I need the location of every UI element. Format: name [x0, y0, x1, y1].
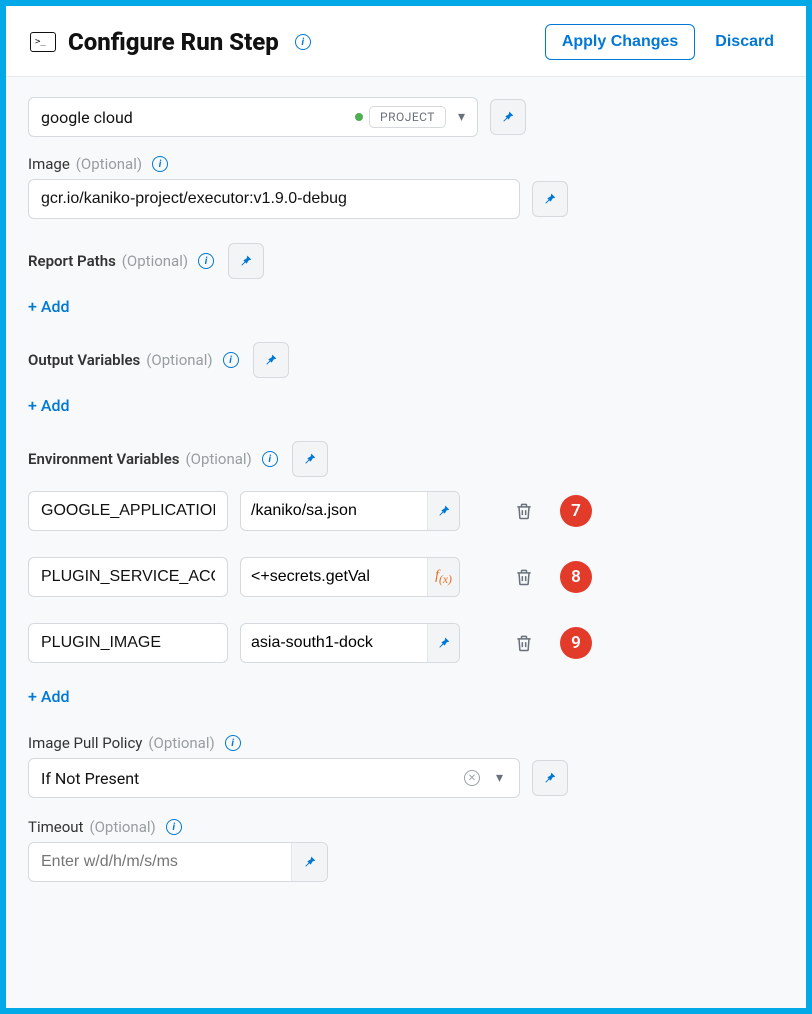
pin-icon [436, 635, 452, 651]
pin-icon [302, 854, 318, 870]
annotation-badge: 8 [560, 561, 592, 593]
info-icon[interactable]: i [198, 253, 214, 269]
chevron-down-icon[interactable]: ▾ [490, 766, 509, 790]
info-icon[interactable]: i [223, 352, 239, 368]
env-var-key-input[interactable] [28, 623, 228, 663]
env-var-value-wrapper: f(x) [240, 557, 460, 597]
pin-button[interactable] [532, 181, 568, 217]
env-var-row: f(x) 8 [28, 557, 784, 597]
fx-icon: f(x) [435, 568, 452, 586]
pin-icon [238, 253, 254, 269]
image-pull-policy-select[interactable]: If Not Present ✕ ▾ [28, 758, 520, 798]
pin-button[interactable] [228, 243, 264, 279]
info-icon[interactable]: i [262, 451, 278, 467]
delete-row-button[interactable] [510, 629, 538, 657]
form-body: google cloud PROJECT ▾ Image (Optional) … [6, 76, 806, 1008]
pin-button[interactable] [292, 441, 328, 477]
optional-text: (Optional) [185, 450, 251, 468]
annotation-badge: 7 [560, 495, 592, 527]
pin-button[interactable] [427, 624, 459, 662]
info-icon[interactable]: i [225, 735, 241, 751]
timeout-label: Timeout [28, 818, 83, 836]
pin-button[interactable] [532, 760, 568, 796]
select-value: If Not Present [41, 769, 464, 788]
trash-icon [514, 567, 534, 587]
optional-text: (Optional) [76, 155, 142, 173]
discard-button[interactable]: Discard [707, 25, 782, 59]
env-var-value-wrapper [240, 491, 460, 531]
optional-text: (Optional) [122, 252, 188, 270]
add-report-path-link[interactable]: + Add [28, 297, 70, 316]
clear-icon[interactable]: ✕ [464, 770, 480, 786]
report-paths-label: Report Paths [28, 252, 116, 270]
modal-header: >_ Configure Run Step i Apply Changes Di… [6, 6, 806, 76]
env-var-value-input[interactable] [241, 492, 427, 530]
optional-text: (Optional) [146, 351, 212, 369]
pin-icon [263, 352, 279, 368]
env-var-row: 7 [28, 491, 784, 531]
scope-tag: PROJECT [369, 106, 446, 128]
pin-icon [302, 451, 318, 467]
terminal-icon: >_ [30, 32, 56, 52]
trash-icon [514, 633, 534, 653]
add-env-var-link[interactable]: + Add [28, 687, 70, 706]
pin-icon [436, 503, 452, 519]
optional-text: (Optional) [89, 818, 155, 836]
pin-button[interactable] [427, 492, 459, 530]
optional-text: (Optional) [148, 734, 214, 752]
env-var-key-input[interactable] [28, 491, 228, 531]
expression-button[interactable]: f(x) [427, 558, 459, 596]
image-input[interactable] [28, 179, 520, 219]
info-icon[interactable]: i [295, 34, 311, 50]
chevron-down-icon[interactable]: ▾ [452, 105, 471, 129]
status-dot-icon [355, 113, 363, 121]
env-var-row: 9 [28, 623, 784, 663]
info-icon[interactable]: i [152, 156, 168, 172]
pin-icon [542, 770, 558, 786]
annotation-badge: 9 [560, 627, 592, 659]
output-variables-label: Output Variables [28, 351, 140, 369]
page-title: Configure Run Step [68, 28, 279, 56]
trash-icon [514, 501, 534, 521]
pin-icon [500, 109, 516, 125]
pin-button[interactable] [291, 843, 327, 881]
env-var-value-input[interactable] [241, 624, 427, 662]
env-var-key-input[interactable] [28, 557, 228, 597]
image-pull-policy-label: Image Pull Policy [28, 734, 142, 752]
container-registry-select[interactable]: google cloud PROJECT ▾ [28, 97, 478, 137]
timeout-input[interactable] [29, 853, 291, 871]
add-output-variable-link[interactable]: + Add [28, 396, 70, 415]
connector-name: google cloud [41, 108, 355, 127]
image-label: Image [28, 155, 70, 173]
pin-icon [542, 191, 558, 207]
env-var-value-input[interactable] [241, 558, 427, 596]
apply-changes-button[interactable]: Apply Changes [545, 24, 695, 60]
delete-row-button[interactable] [510, 497, 538, 525]
info-icon[interactable]: i [166, 819, 182, 835]
timeout-input-wrapper [28, 842, 328, 882]
delete-row-button[interactable] [510, 563, 538, 591]
pin-button[interactable] [253, 342, 289, 378]
environment-variables-label: Environment Variables [28, 450, 179, 468]
pin-button[interactable] [490, 99, 526, 135]
env-var-value-wrapper [240, 623, 460, 663]
